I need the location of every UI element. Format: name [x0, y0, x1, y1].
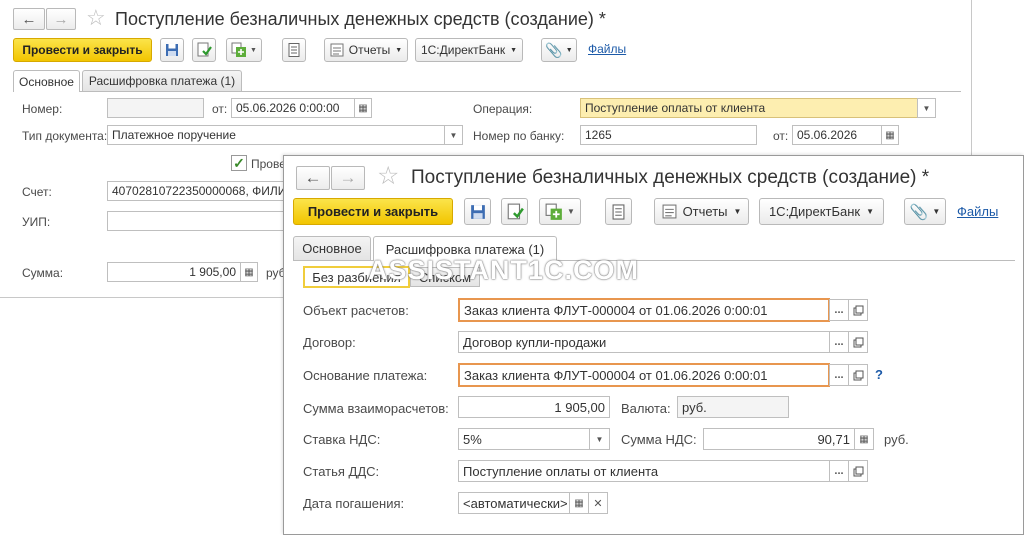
reports-icon [662, 204, 677, 219]
calculator-icon[interactable]: ▦ [240, 262, 258, 282]
account-label: Счет: [22, 185, 52, 199]
post-and-close-button[interactable]: Провести и закрыть [293, 198, 453, 225]
paperclip-icon: 📎 [909, 203, 929, 221]
post-and-close-button[interactable]: Провести и закрыть [13, 38, 152, 62]
document-list-icon[interactable] [605, 198, 632, 225]
create-based-on-icon[interactable]: ▼ [226, 38, 262, 62]
uip-label: УИП: [22, 215, 51, 229]
vat-sum-label: Сумма НДС: [621, 432, 697, 447]
save-icon[interactable] [160, 38, 184, 62]
attach-files-button[interactable]: 📎 ▼ [904, 198, 946, 225]
number-label: Номер: [22, 102, 63, 116]
calendar-icon[interactable]: ▦ [881, 125, 899, 145]
tab-divider [13, 91, 961, 92]
help-question-icon[interactable]: ? [875, 367, 883, 382]
reports-menu-button[interactable]: Отчеты ▼ [324, 38, 408, 62]
chevron-down-icon[interactable]: ▼ [444, 125, 463, 145]
select-more-icon[interactable]: ... [829, 331, 849, 353]
forward-arrow-icon[interactable]: → [46, 8, 76, 30]
favorite-star-icon[interactable]: ☆ [377, 164, 399, 189]
bank-date-input[interactable]: 05.06.2026 [792, 125, 882, 145]
currency-input[interactable]: руб. [677, 396, 789, 418]
cash-flow-item-label: Статья ДДС: [303, 464, 380, 479]
calculator-icon[interactable]: ▦ [854, 428, 874, 450]
attach-files-button[interactable]: 📎 ▼ [541, 38, 577, 62]
document-list-icon[interactable] [282, 38, 306, 62]
operation-select[interactable]: Поступление оплаты от клиента [580, 98, 918, 118]
select-more-icon[interactable]: ... [829, 460, 849, 482]
number-input[interactable] [107, 98, 204, 118]
tab-payment-breakdown[interactable]: Расшифровка платежа (1) [82, 70, 242, 91]
open-link-icon[interactable] [848, 460, 868, 482]
reports-menu-button[interactable]: Отчеты ▼ [654, 198, 749, 225]
reports-label: Отчеты [348, 43, 391, 57]
directbank-menu-button[interactable]: 1С:ДиректБанк ▼ [415, 38, 523, 62]
window-title: Поступление безналичных денежных средств… [115, 9, 606, 29]
post-document-icon[interactable] [192, 38, 216, 62]
payment-basis-label: Основание платежа: [303, 368, 428, 383]
bank-number-input[interactable]: 1265 [580, 125, 757, 145]
due-date-label: Дата погашения: [303, 496, 405, 511]
posted-checkbox[interactable]: ✓ [231, 155, 247, 171]
date-input[interactable]: 05.06.2026 0:00:00 [231, 98, 355, 118]
mutual-sum-label: Сумма взаиморасчетов: [303, 401, 449, 416]
directbank-menu-button[interactable]: 1С:ДиректБанк ▼ [759, 198, 884, 225]
date-from-label: от: [212, 102, 228, 116]
cash-flow-item-input[interactable]: Поступление оплаты от клиента [458, 460, 830, 482]
chevron-down-icon[interactable]: ▼ [589, 428, 610, 450]
uip-input[interactable] [107, 211, 307, 231]
vat-currency: руб. [884, 432, 909, 447]
post-document-icon[interactable] [501, 198, 528, 225]
reports-icon [330, 43, 344, 57]
open-link-icon[interactable] [848, 331, 868, 353]
files-link[interactable]: Файлы [957, 204, 998, 219]
calendar-icon[interactable]: ▦ [569, 492, 589, 514]
posted-checkbox-label: Прове [251, 157, 286, 171]
calendar-icon[interactable]: ▦ [354, 98, 372, 118]
directbank-label: 1С:ДиректБанк [768, 204, 861, 219]
window-title: Поступление безналичных денежных средств… [411, 167, 930, 188]
directbank-label: 1С:ДиректБанк [420, 43, 506, 57]
settlement-object-label: Объект расчетов: [303, 303, 409, 318]
contract-input[interactable]: Договор купли-продажи [458, 331, 830, 353]
tab-main[interactable]: Основное [293, 236, 371, 260]
chevron-down-icon[interactable]: ▼ [917, 98, 936, 118]
doctype-label: Тип документа: [22, 129, 108, 143]
account-select[interactable]: 40702810722350000068, ФИЛИА [107, 181, 307, 201]
bank-date-from-label: от: [773, 129, 789, 143]
select-more-icon[interactable]: ... [829, 299, 849, 321]
create-based-on-icon[interactable]: ▼ [539, 198, 581, 225]
vat-rate-select[interactable]: 5% [458, 428, 590, 450]
back-arrow-icon[interactable]: ← [296, 166, 330, 190]
settlement-object-input[interactable]: Заказ клиента ФЛУТ-000004 от 01.06.2026 … [458, 298, 830, 322]
open-link-icon[interactable] [848, 364, 868, 386]
mutual-sum-input[interactable]: 1 905,00 [458, 396, 610, 418]
select-more-icon[interactable]: ... [829, 364, 849, 386]
files-link[interactable]: Файлы [588, 42, 626, 56]
payment-basis-input[interactable]: Заказ клиента ФЛУТ-000004 от 01.06.2026 … [458, 363, 830, 387]
doctype-select[interactable]: Платежное поручение [107, 125, 445, 145]
open-link-icon[interactable] [848, 299, 868, 321]
sum-input[interactable]: 1 905,00 [107, 262, 241, 282]
paperclip-icon: 📎 [545, 41, 563, 58]
contract-label: Договор: [303, 335, 356, 350]
operation-label: Операция: [473, 102, 533, 116]
watermark: ASSISTANT1C.COM [368, 255, 640, 285]
due-date-input[interactable]: <автоматически> [458, 492, 570, 514]
favorite-star-icon[interactable]: ☆ [86, 7, 106, 29]
sum-label: Сумма: [22, 266, 64, 280]
reports-label: Отчеты [682, 204, 728, 219]
save-icon[interactable] [464, 198, 491, 225]
forward-arrow-icon[interactable]: → [331, 166, 365, 190]
document-window-front: ← → ☆ Поступление безналичных денежных с… [283, 155, 1024, 535]
vat-sum-input[interactable]: 90,71 [703, 428, 855, 450]
tab-main[interactable]: Основное [13, 70, 80, 92]
clear-icon[interactable]: ✕ [588, 492, 608, 514]
back-arrow-icon[interactable]: ← [13, 8, 45, 30]
vat-rate-label: Ставка НДС: [303, 432, 381, 447]
bank-number-label: Номер по банку: [473, 129, 565, 143]
currency-label: Валюта: [621, 401, 671, 416]
